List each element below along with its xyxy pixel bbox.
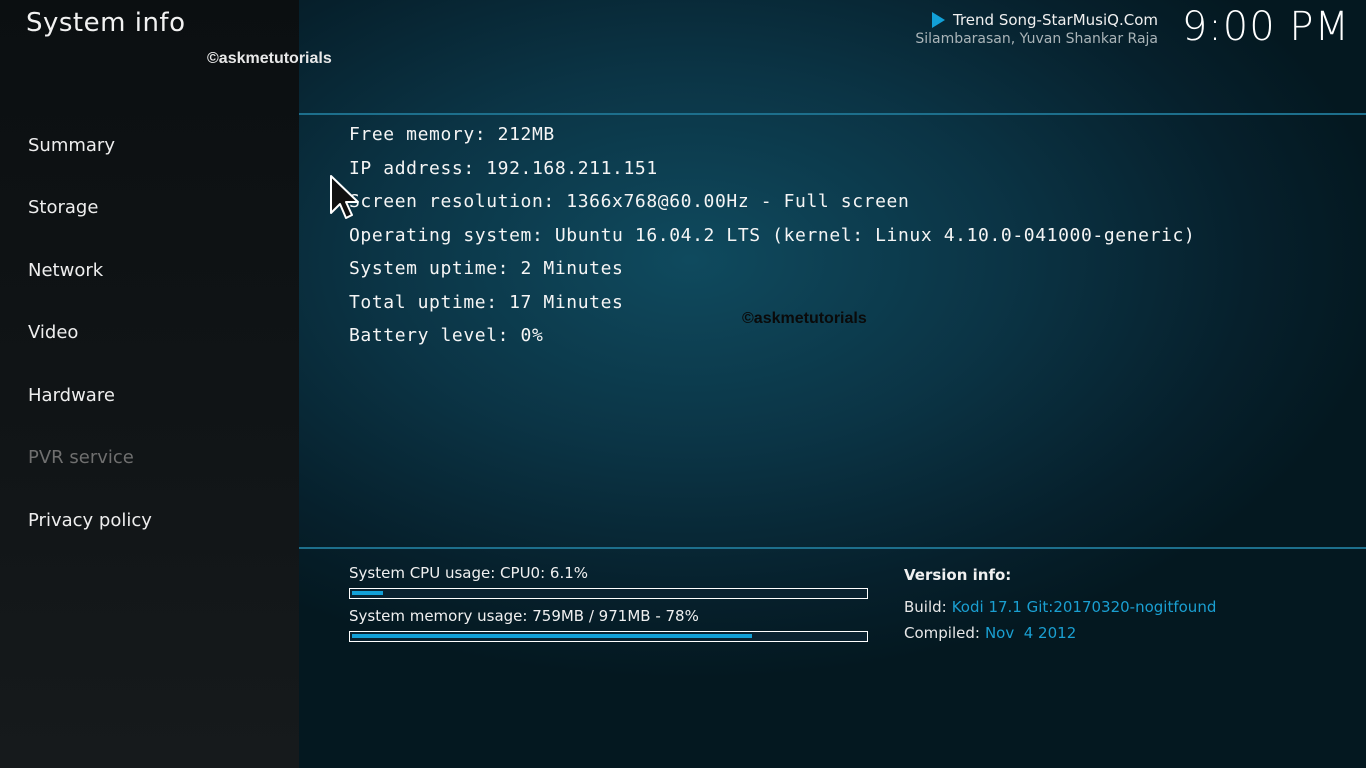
memory-usage: System memory usage: 759MB / 971MB - 78% xyxy=(349,607,868,642)
cpu-usage-label: System CPU usage: CPU0: 6.1% xyxy=(349,564,589,582)
memory-usage-fill xyxy=(352,634,753,638)
info-screen-resolution: Screen resolution: 1366x768@60.00Hz - Fu… xyxy=(349,191,910,212)
now-playing-artist: Silambarasan, Yuvan Shankar Raja xyxy=(915,31,1158,47)
sidebar-item-video[interactable]: Video xyxy=(28,322,78,343)
version-info: Version info: Build: Kodi 17.1 Git:201703… xyxy=(904,566,1216,650)
cpu-usage-fill xyxy=(352,591,384,595)
sidebar-item-privacy-policy[interactable]: Privacy policy xyxy=(28,510,152,531)
sidebar-item-storage[interactable]: Storage xyxy=(28,197,98,218)
info-ip-address: IP address: 192.168.211.151 xyxy=(349,157,658,179)
cpu-usage: System CPU usage: CPU0: 6.1% xyxy=(349,564,868,599)
build-label: Build: xyxy=(904,598,947,616)
info-battery-level: Battery level: 0% xyxy=(349,325,544,346)
page-title: System info xyxy=(26,8,186,38)
sidebar-item-pvr-service: PVR service xyxy=(28,447,134,468)
compiled-label: Compiled: xyxy=(904,624,980,642)
now-playing-title: Trend Song-StarMusiQ.Com xyxy=(953,11,1158,29)
bottom-divider xyxy=(299,547,1366,549)
info-operating-system: Operating system: Ubuntu 16.04.2 LTS (ke… xyxy=(349,224,1196,246)
sidebar-item-network[interactable]: Network xyxy=(28,260,103,281)
version-header: Version info: xyxy=(904,566,1012,584)
compiled-row: Compiled: Nov 4 2012 xyxy=(904,624,1216,642)
play-icon xyxy=(932,12,945,28)
cpu-usage-bar xyxy=(349,588,868,599)
top-divider xyxy=(299,113,1366,115)
watermark-center: ©askmetutorials xyxy=(742,310,867,327)
info-system-uptime: System uptime: 2 Minutes xyxy=(349,258,624,279)
build-value: Kodi 17.1 Git:20170320-nogitfound xyxy=(951,598,1217,616)
sidebar: System info Summary Storage Network Vide… xyxy=(0,0,299,768)
now-playing[interactable]: Trend Song-StarMusiQ.Com Silambarasan, Y… xyxy=(915,11,1158,47)
clock: 9:00 PM xyxy=(1181,4,1350,50)
compiled-value: Nov 4 2012 xyxy=(984,624,1077,642)
watermark: ©askmetutorials xyxy=(207,50,332,67)
build-row: Build: Kodi 17.1 Git:20170320-nogitfound xyxy=(904,598,1216,616)
memory-usage-bar xyxy=(349,631,868,642)
info-free-memory: Free memory: 212MB xyxy=(349,124,555,145)
sidebar-item-summary[interactable]: Summary xyxy=(28,135,115,156)
memory-usage-label: System memory usage: 759MB / 971MB - 78% xyxy=(349,607,699,625)
sidebar-item-hardware[interactable]: Hardware xyxy=(28,385,115,406)
mouse-pointer-icon xyxy=(330,175,359,219)
